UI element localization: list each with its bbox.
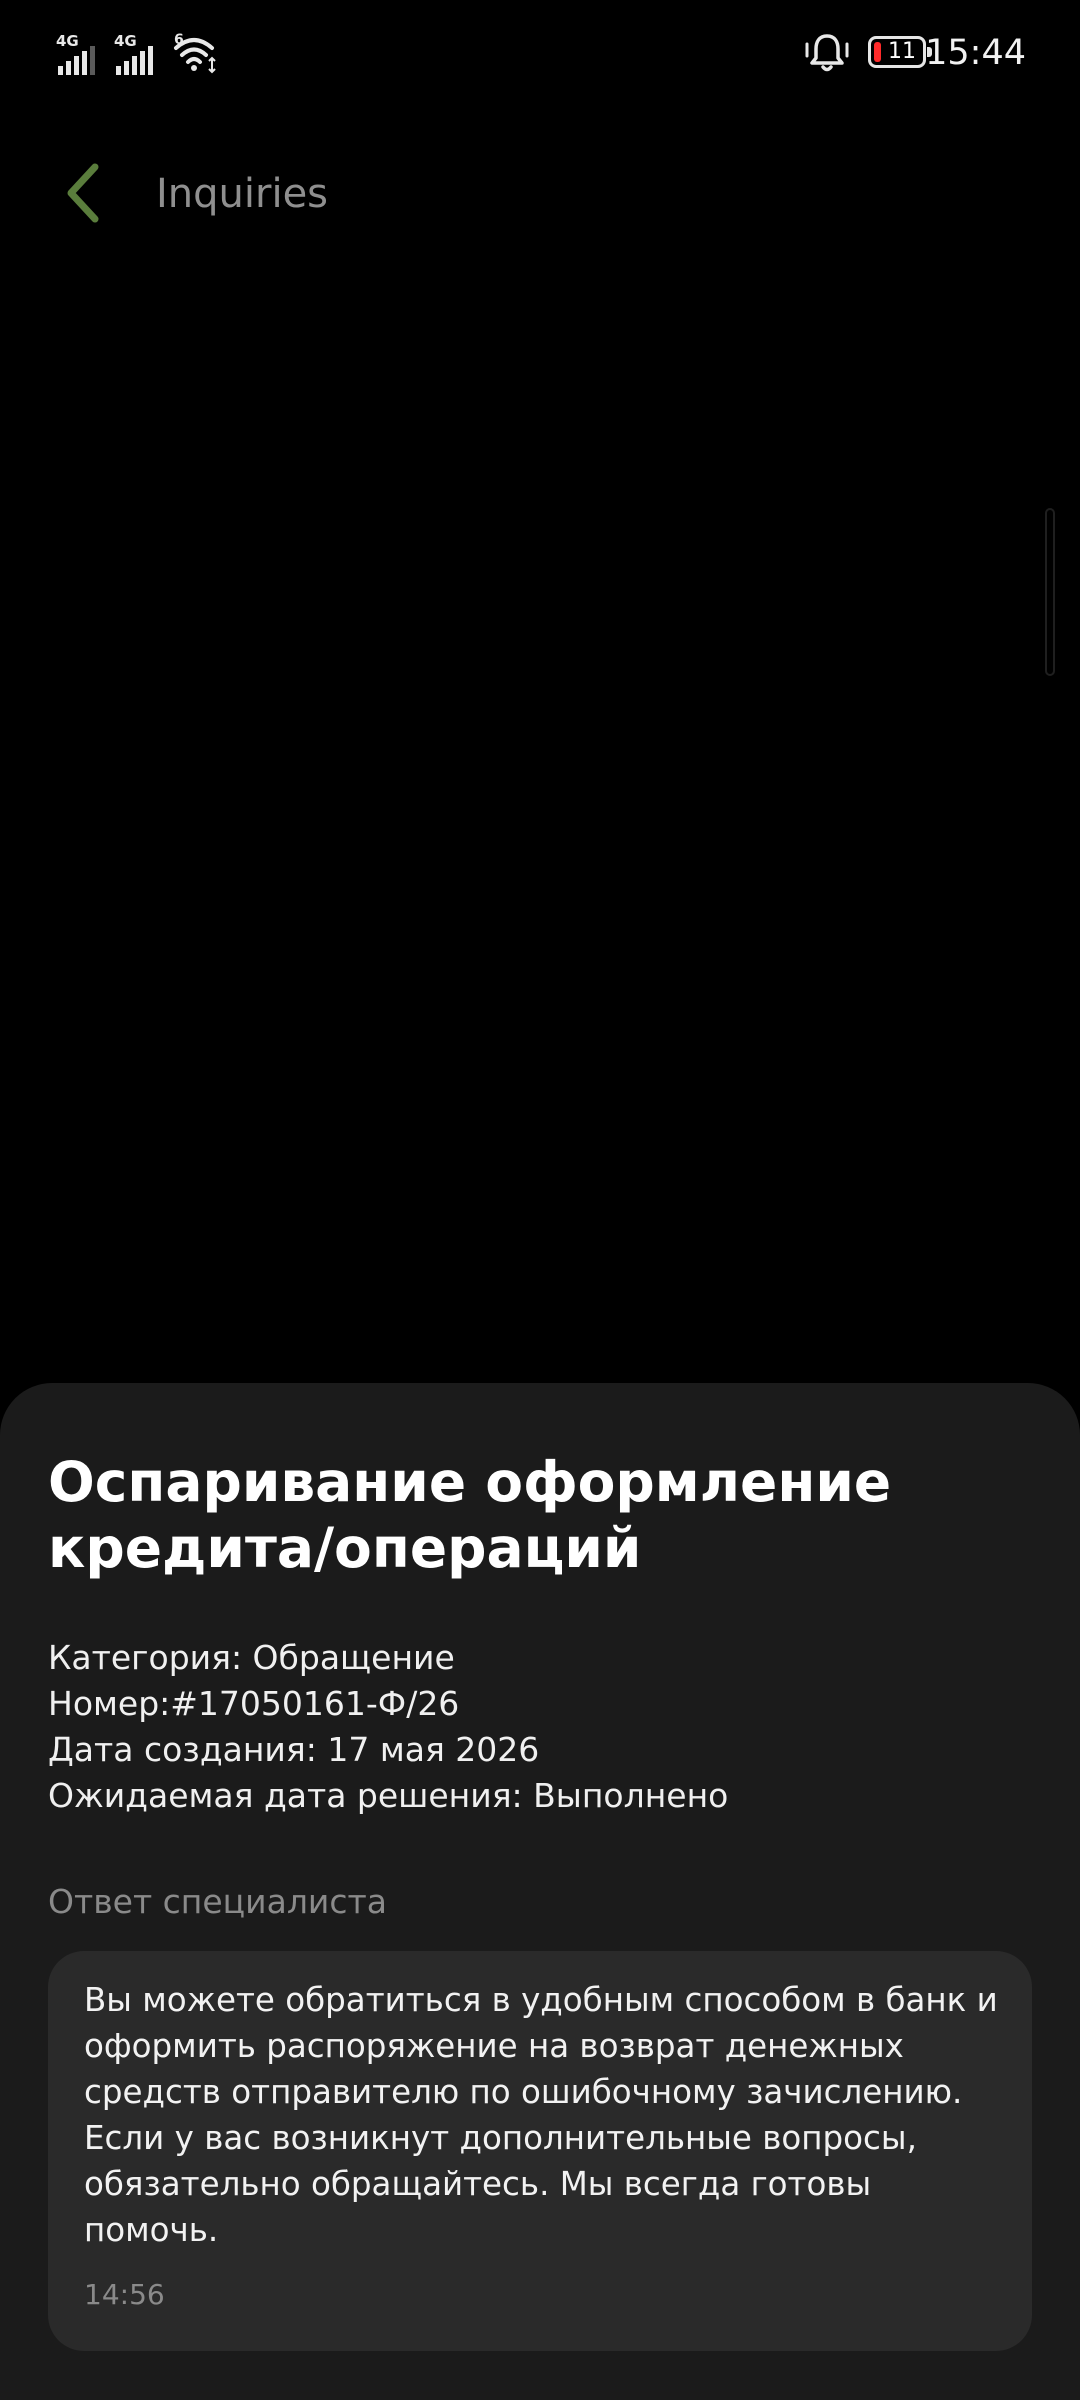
inquiry-bottom-sheet: Оспаривание оформление кредита/операций … — [0, 1383, 1080, 2400]
inquiry-expected-date: Ожидаемая дата решения: Выполнено — [48, 1776, 729, 1815]
status-bar: 4G 4G 6 11 15:44 — [0, 0, 1080, 110]
chevron-left-icon — [67, 163, 99, 223]
battery-fill — [874, 42, 881, 62]
specialist-message-text: Вы можете обратиться в удобным способом … — [84, 1981, 998, 2249]
inquiry-number: Номер:#17050161-Ф/26 — [48, 1684, 460, 1723]
specialist-response-label: Ответ специалиста — [48, 1882, 387, 1921]
cellular-signal-1-icon: 4G — [56, 30, 106, 78]
battery-icon: 11 — [868, 36, 932, 68]
inquiry-created-date: Дата создания: 17 мая 2026 — [48, 1730, 540, 1769]
top-app-bar: Inquiries — [0, 140, 1080, 250]
battery-level: 11 — [888, 39, 916, 64]
scrollbar[interactable] — [1045, 508, 1055, 676]
bell-vibrate-icon — [802, 30, 852, 80]
specialist-message-card: Вы можете обратиться в удобным способом … — [48, 1951, 1032, 2351]
inquiry-category: Категория: Обращение — [48, 1638, 455, 1677]
inquiry-details: Категория: Обращение Номер:#17050161-Ф/2… — [48, 1635, 1028, 1819]
wifi-generation: 6 — [174, 32, 184, 48]
cellular-signal-2-icon: 4G — [114, 30, 164, 78]
back-button[interactable] — [48, 158, 118, 228]
message-timestamp: 14:56 — [84, 2278, 165, 2311]
inquiry-title: Оспаривание оформление кредита/операций — [48, 1450, 892, 1580]
page-title: Inquiries — [156, 171, 329, 217]
status-clock: 15:44 — [925, 33, 1026, 73]
wifi-icon: 6 — [172, 28, 220, 80]
